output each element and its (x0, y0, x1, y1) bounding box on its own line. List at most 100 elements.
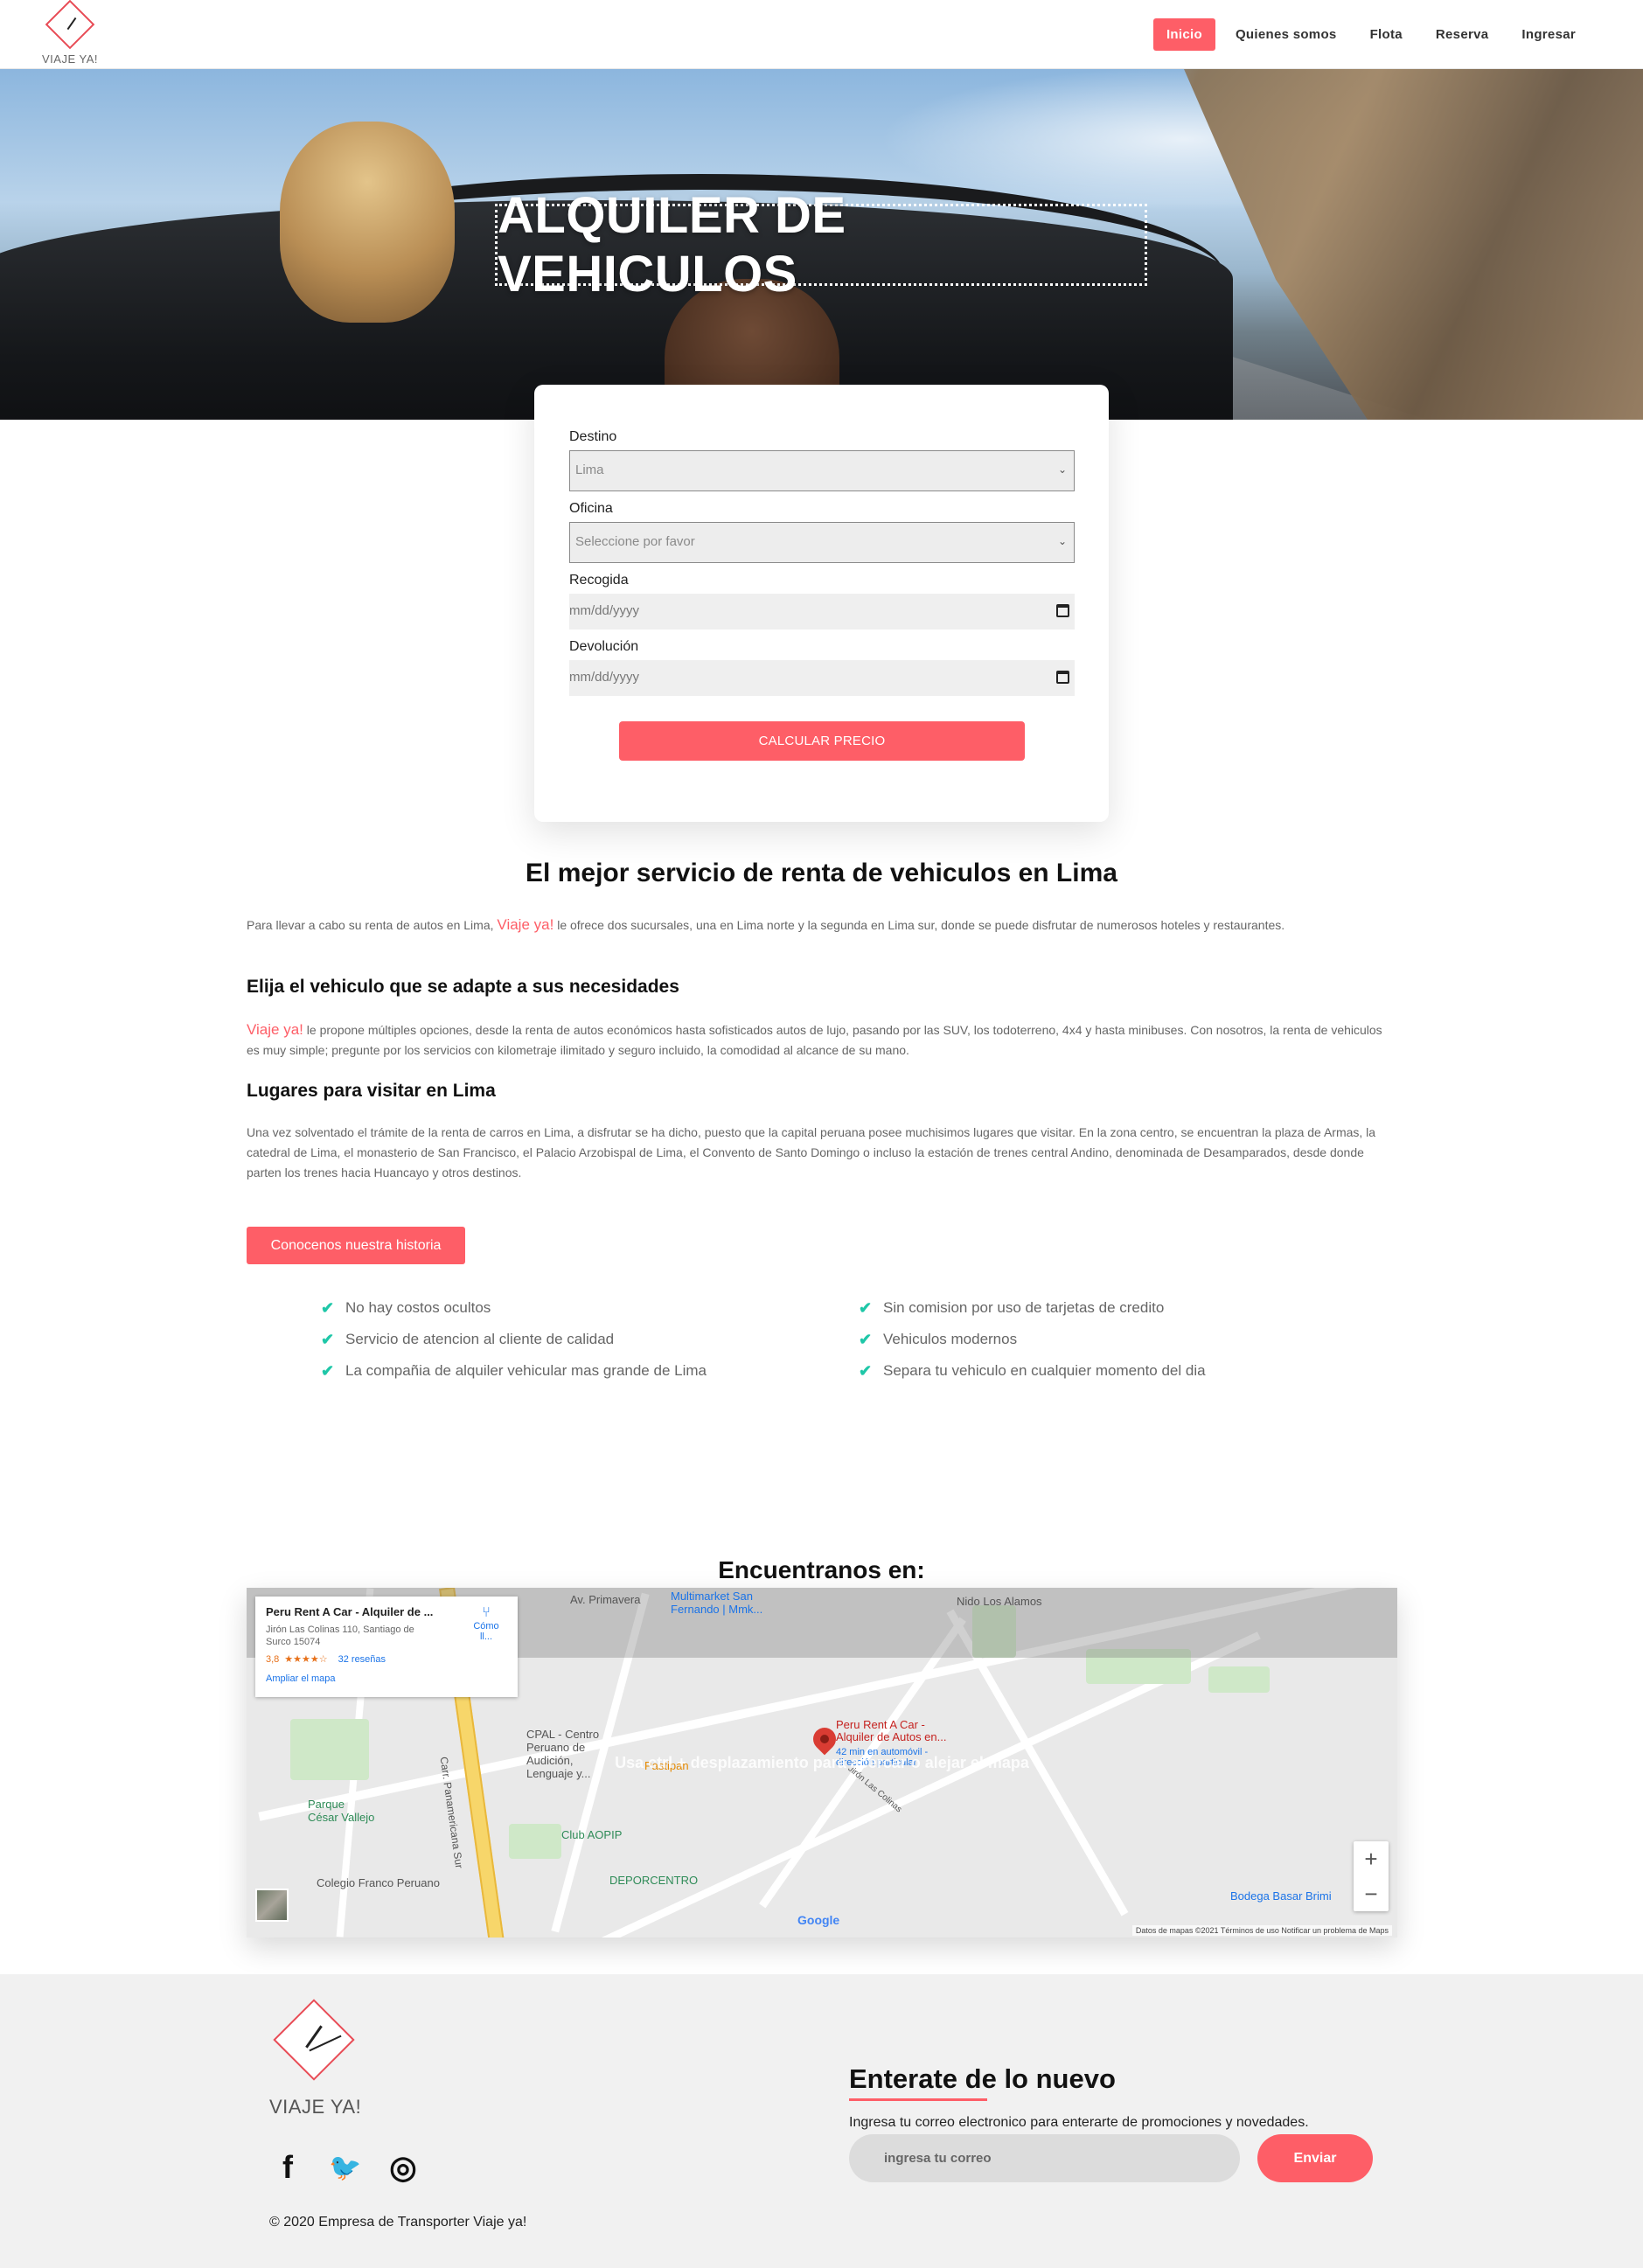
map-label: Bodega Basar Brimi (1230, 1889, 1332, 1903)
map-attribution[interactable]: Datos de mapas ©2021 Términos de uso Not… (1131, 1925, 1392, 1936)
destino-value: Lima (575, 463, 604, 477)
map-marker-label: Peru Rent A Car - Alquiler de Autos en..… (836, 1718, 947, 1743)
brand-highlight: Viaje ya! (247, 1021, 303, 1038)
brand-highlight: Viaje ya! (497, 916, 554, 933)
main-menu: Inicio Quienes somos Flota Reserva Ingre… (1152, 18, 1589, 51)
feature-item: ✔ Vehiculos modernos (859, 1324, 1206, 1355)
nav-item-reserva[interactable]: Reserva (1423, 18, 1501, 51)
footer-logo-diamond (273, 1999, 355, 2081)
newsletter-title: Enterate de lo nuevo (849, 2063, 1116, 2094)
map-park (1208, 1666, 1270, 1693)
directions-icon: ⑂ (482, 1605, 491, 1620)
calendar-icon[interactable] (1056, 604, 1069, 617)
feature-item: ✔ La compañia de alquiler vehicular mas g… (321, 1355, 707, 1387)
newsletter-underline (849, 2098, 987, 2101)
hero-title: ALQUILER DE VEHICULOS (495, 187, 1147, 303)
check-icon: ✔ (321, 1298, 335, 1317)
directions-button[interactable]: ⑂ Cómo ll... (467, 1605, 505, 1642)
destino-select[interactable]: Lima ⌄ (569, 450, 1075, 491)
zoom-controls: + − (1354, 1841, 1389, 1911)
recogida-date-input[interactable]: mm/dd/yyyy (569, 594, 1075, 630)
nav-item-flota[interactable]: Flota (1357, 18, 1416, 51)
newsletter-send-button[interactable]: Enviar (1257, 2134, 1373, 2182)
calendar-icon[interactable] (1056, 671, 1069, 684)
map-label: DEPORCENTRO (609, 1874, 699, 1887)
our-story-button[interactable]: Conocenos nuestra historia (247, 1227, 465, 1264)
map-place-card: Peru Rent A Car - Alquiler de ... Jirón … (255, 1597, 518, 1697)
top-navbar: VIAJE YA! Inicio Quienes somos Flota Res… (0, 0, 1643, 69)
places-subtitle: Lugares para visitar en Lima (247, 1081, 496, 1101)
map-satellite-toggle[interactable] (255, 1889, 289, 1922)
destino-label: Destino (569, 429, 617, 444)
place-address: Jirón Las Colinas 110, Santiago de Surco… (266, 1624, 414, 1647)
vehicle-subtitle: Elija el vehiculo que se adapte a sus ne… (247, 977, 679, 997)
feature-text: Servicio de atencion al cliente de calid… (345, 1331, 615, 1347)
check-icon: ✔ (321, 1330, 335, 1348)
chevron-down-icon: ⌄ (1057, 463, 1067, 476)
vehicle-text: le propone múltiples opciones, desde la … (247, 1023, 1382, 1057)
places-paragraph: Una vez solventado el trámite de la rent… (247, 1125, 1376, 1179)
instagram-icon[interactable]: ◎ (385, 2149, 421, 2186)
recogida-placeholder: mm/dd/yyyy (569, 603, 640, 618)
nav-item-ingresar[interactable]: Ingresar (1508, 18, 1589, 51)
map-label: Club AOPIP (561, 1828, 623, 1841)
social-links: f 🐦 ◎ (269, 2149, 421, 2186)
feature-text: No hay costos ocultos (345, 1299, 491, 1316)
feature-text: Vehiculos modernos (883, 1331, 1018, 1347)
newsletter-email-input[interactable]: ingresa tu correo (849, 2134, 1240, 2182)
devolucion-date-input[interactable]: mm/dd/yyyy (569, 660, 1075, 696)
star-icon: ★★★★☆ (284, 1654, 328, 1665)
twitter-icon[interactable]: 🐦 (327, 2153, 364, 2183)
google-logo: Google (797, 1913, 840, 1927)
recogida-label: Recogida (569, 573, 629, 588)
intro-paragraph: Para llevar a cabo su renta de autos en … (247, 915, 1397, 936)
feature-text: Sin comision por uso de tarjetas de cred… (883, 1299, 1165, 1316)
feature-list-right: ✔ Sin comision por uso de tarjetas de cre… (859, 1292, 1206, 1387)
newsletter-description: Ingresa tu correo electronico para enter… (849, 2115, 1309, 2130)
check-icon: ✔ (859, 1361, 873, 1380)
map-title: Encuentranos en: (718, 1556, 925, 1583)
embedded-map[interactable]: Av. Primavera Multimarket San Fernando |… (247, 1588, 1397, 1938)
nav-item-inicio[interactable]: Inicio (1152, 18, 1215, 51)
intro-text-end: le ofrece dos sucursales, una en Lima no… (553, 918, 1285, 932)
feature-item: ✔ Sin comision por uso de tarjetas de cre… (859, 1292, 1206, 1324)
oficina-select[interactable]: Seleccione por favor ⌄ (569, 522, 1075, 563)
logo[interactable]: VIAJE YA! (42, 0, 98, 66)
chevron-down-icon: ⌄ (1057, 535, 1067, 547)
hero-driver-image (280, 122, 455, 323)
check-icon: ✔ (321, 1361, 335, 1380)
facebook-icon[interactable]: f (269, 2149, 306, 2186)
check-icon: ✔ (859, 1298, 873, 1317)
section-title: El mejor servicio de renta de vehiculos … (526, 859, 1117, 887)
intro-text-start: Para llevar a cabo su renta de autos en … (247, 918, 498, 932)
feature-item: ✔ Separa tu vehiculo en cualquier momento… (859, 1355, 1206, 1387)
reviews-link[interactable]: 32 reseñas (338, 1654, 386, 1665)
map-label: Colegio Franco Peruano (317, 1876, 440, 1889)
copyright-text: © 2020 Empresa de Transporter Viaje ya! (269, 2215, 527, 2230)
footer-logo-text: VIAJE YA! (269, 2096, 362, 2118)
enlarge-map-link[interactable]: Ampliar el mapa (266, 1673, 507, 1684)
calculate-price-button[interactable]: CALCULAR PRECIO (619, 721, 1025, 761)
devolucion-label: Devolución (569, 639, 639, 654)
devolucion-placeholder: mm/dd/yyyy (569, 670, 640, 685)
map-label: Parque César Vallejo (308, 1798, 375, 1824)
oficina-placeholder: Seleccione por favor (575, 534, 695, 549)
directions-label: Cómo ll... (473, 1621, 499, 1642)
footer (0, 1974, 1643, 2268)
booking-form: Destino Lima ⌄ Oficina Seleccione por fa… (534, 385, 1109, 822)
logo-text: VIAJE YA! (42, 52, 98, 66)
map-label: Av. Primavera (570, 1593, 641, 1606)
place-rating: 3,8 ★★★★☆ 32 reseñas (266, 1653, 507, 1665)
vehicle-paragraph: Viaje ya! le propone múltiples opciones,… (247, 1019, 1397, 1061)
nav-item-quienes-somos[interactable]: Quienes somos (1222, 18, 1350, 51)
footer-logo[interactable]: VIAJE YA! (269, 1999, 361, 2120)
feature-text: Separa tu vehiculo en cualquier momento … (883, 1362, 1206, 1379)
zoom-in-button[interactable]: + (1354, 1841, 1389, 1876)
zoom-out-button[interactable]: − (1354, 1876, 1389, 1911)
oficina-label: Oficina (569, 501, 613, 516)
feature-item: ✔ Servicio de atencion al cliente de cali… (321, 1324, 707, 1355)
feature-text: La compañia de alquiler vehicular mas gr… (345, 1362, 707, 1379)
rating-value: 3,8 (266, 1654, 280, 1665)
map-scroll-hint: Usa ctrl + desplazamiento para acercar o… (615, 1754, 1029, 1771)
map-park (509, 1824, 561, 1859)
